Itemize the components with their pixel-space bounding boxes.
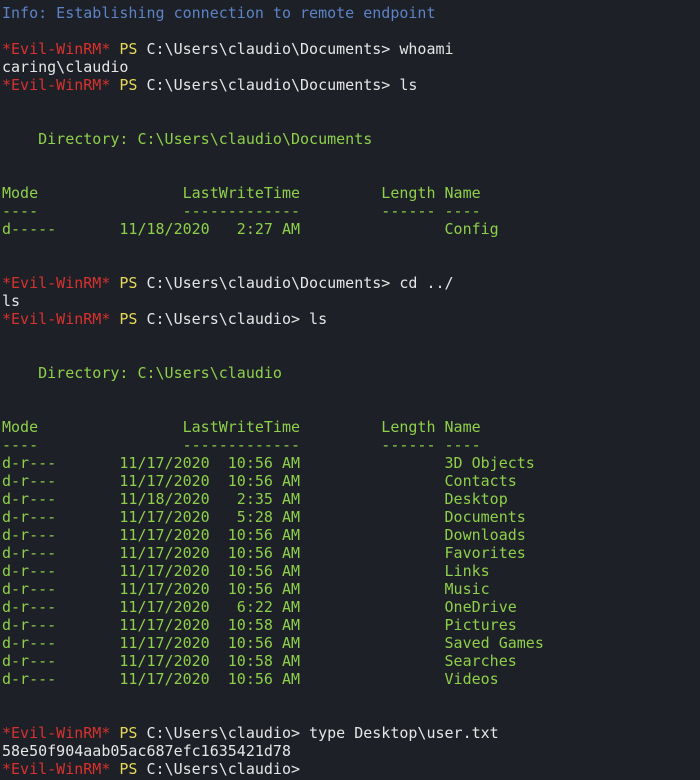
prompt-line: *Evil-WinRM* PS C:\Users\claudio\Documen… [0, 40, 700, 58]
prompt-ps-label: PS [110, 310, 147, 328]
prompt-evil-winrm-label: *Evil-WinRM* [2, 76, 111, 94]
listing-line: d-r--- 11/17/2020 10:56 AM Contacts [0, 472, 700, 490]
listing-line: Mode LastWriteTime Length Name [0, 184, 700, 202]
prompt-line: *Evil-WinRM* PS C:\Users\claudio> ls [0, 310, 700, 328]
prompt-path: C:\Users\claudio> [146, 724, 301, 742]
prompt-ps-label: PS [110, 760, 147, 778]
listing-line: d----- 11/18/2020 2:27 AM Config [0, 220, 700, 238]
listing-text: d-r--- 11/17/2020 6:22 AM OneDrive [2, 598, 517, 616]
output-text: caring\claudio [2, 58, 129, 76]
prompt-line: *Evil-WinRM* PS C:\Users\claudio> [0, 760, 700, 778]
output-line: ls [0, 292, 700, 310]
prompt-ps-label: PS [110, 40, 147, 58]
listing-line: Mode LastWriteTime Length Name [0, 418, 700, 436]
info-text: Info: Establishing connection to remote … [2, 4, 436, 22]
listing-text: d-r--- 11/18/2020 2:35 AM Desktop [2, 490, 508, 508]
listing-text: Mode LastWriteTime Length Name [2, 418, 481, 436]
output-text: 58e50f904aab05ac687efc1635421d78 [2, 742, 291, 760]
prompt-path: C:\Users\claudio> [146, 760, 301, 778]
listing-text: d-r--- 11/17/2020 10:56 AM Contacts [2, 472, 517, 490]
prompt-line: *Evil-WinRM* PS C:\Users\claudio\Documen… [0, 76, 700, 94]
command-text[interactable]: ls [390, 76, 417, 94]
listing-line: d-r--- 11/17/2020 10:56 AM Videos [0, 670, 700, 688]
command-text[interactable]: ls [300, 310, 327, 328]
prompt-path: C:\Users\claudio\Documents> [146, 274, 391, 292]
prompt-evil-winrm-label: *Evil-WinRM* [2, 40, 111, 58]
listing-text: ---- ------------- ------ ---- [2, 436, 481, 454]
output-line: caring\claudio [0, 58, 700, 76]
prompt-evil-winrm-label: *Evil-WinRM* [2, 310, 111, 328]
listing-text: Directory: C:\Users\claudio [2, 364, 282, 382]
listing-text: d-r--- 11/17/2020 10:56 AM Videos [2, 670, 499, 688]
listing-text: d-r--- 11/17/2020 5:28 AM Documents [2, 508, 526, 526]
listing-text: Directory: C:\Users\claudio\Documents [2, 130, 373, 148]
command-text[interactable]: type Desktop\user.txt [300, 724, 499, 742]
command-text[interactable]: cd ../ [390, 274, 453, 292]
listing-line: d-r--- 11/18/2020 2:35 AM Desktop [0, 490, 700, 508]
listing-text: d-r--- 11/17/2020 10:56 AM Links [2, 562, 490, 580]
prompt-path: C:\Users\claudio\Documents> [146, 40, 391, 58]
output-line: 58e50f904aab05ac687efc1635421d78 [0, 742, 700, 760]
listing-text: Mode LastWriteTime Length Name [2, 184, 481, 202]
prompt-evil-winrm-label: *Evil-WinRM* [2, 274, 111, 292]
prompt-evil-winrm-label: *Evil-WinRM* [2, 724, 111, 742]
terminal-window[interactable]: Info: Establishing connection to remote … [0, 0, 700, 780]
listing-line: d-r--- 11/17/2020 10:56 AM Music [0, 580, 700, 598]
prompt-evil-winrm-label: *Evil-WinRM* [2, 760, 111, 778]
listing-line: d-r--- 11/17/2020 10:56 AM Links [0, 562, 700, 580]
listing-line: d-r--- 11/17/2020 10:58 AM Searches [0, 652, 700, 670]
listing-line: d-r--- 11/17/2020 10:56 AM Downloads [0, 526, 700, 544]
listing-line: d-r--- 11/17/2020 10:56 AM 3D Objects [0, 454, 700, 472]
prompt-ps-label: PS [110, 76, 147, 94]
listing-text: d-r--- 11/17/2020 10:56 AM Saved Games [2, 634, 544, 652]
command-text[interactable]: whoami [390, 40, 453, 58]
listing-text: d-r--- 11/17/2020 10:56 AM 3D Objects [2, 454, 535, 472]
prompt-path: C:\Users\claudio> [146, 310, 301, 328]
output-text: ls [2, 292, 21, 310]
prompt-line: *Evil-WinRM* PS C:\Users\claudio\Documen… [0, 274, 700, 292]
listing-text: d-r--- 11/17/2020 10:56 AM Favorites [2, 544, 526, 562]
listing-text: d-r--- 11/17/2020 10:56 AM Downloads [2, 526, 526, 544]
listing-line: ---- ------------- ------ ---- [0, 436, 700, 454]
listing-line: d-r--- 11/17/2020 10:58 AM Pictures [0, 616, 700, 634]
listing-text: d-r--- 11/17/2020 10:56 AM Music [2, 580, 490, 598]
prompt-line: *Evil-WinRM* PS C:\Users\claudio> type D… [0, 724, 700, 742]
info-line: Info: Establishing connection to remote … [0, 4, 700, 22]
listing-text: d-r--- 11/17/2020 10:58 AM Searches [2, 652, 517, 670]
listing-line: ---- ------------- ------ ---- [0, 202, 700, 220]
listing-line: d-r--- 11/17/2020 6:22 AM OneDrive [0, 598, 700, 616]
listing-text: ---- ------------- ------ ---- [2, 202, 481, 220]
listing-line: d-r--- 11/17/2020 10:56 AM Favorites [0, 544, 700, 562]
listing-line: Directory: C:\Users\claudio [0, 364, 700, 382]
listing-line: Directory: C:\Users\claudio\Documents [0, 130, 700, 148]
listing-line: d-r--- 11/17/2020 10:56 AM Saved Games [0, 634, 700, 652]
prompt-path: C:\Users\claudio\Documents> [146, 76, 391, 94]
prompt-ps-label: PS [110, 724, 147, 742]
prompt-ps-label: PS [110, 274, 147, 292]
listing-text: d-r--- 11/17/2020 10:58 AM Pictures [2, 616, 517, 634]
listing-text: d----- 11/18/2020 2:27 AM Config [2, 220, 499, 238]
listing-line: d-r--- 11/17/2020 5:28 AM Documents [0, 508, 700, 526]
